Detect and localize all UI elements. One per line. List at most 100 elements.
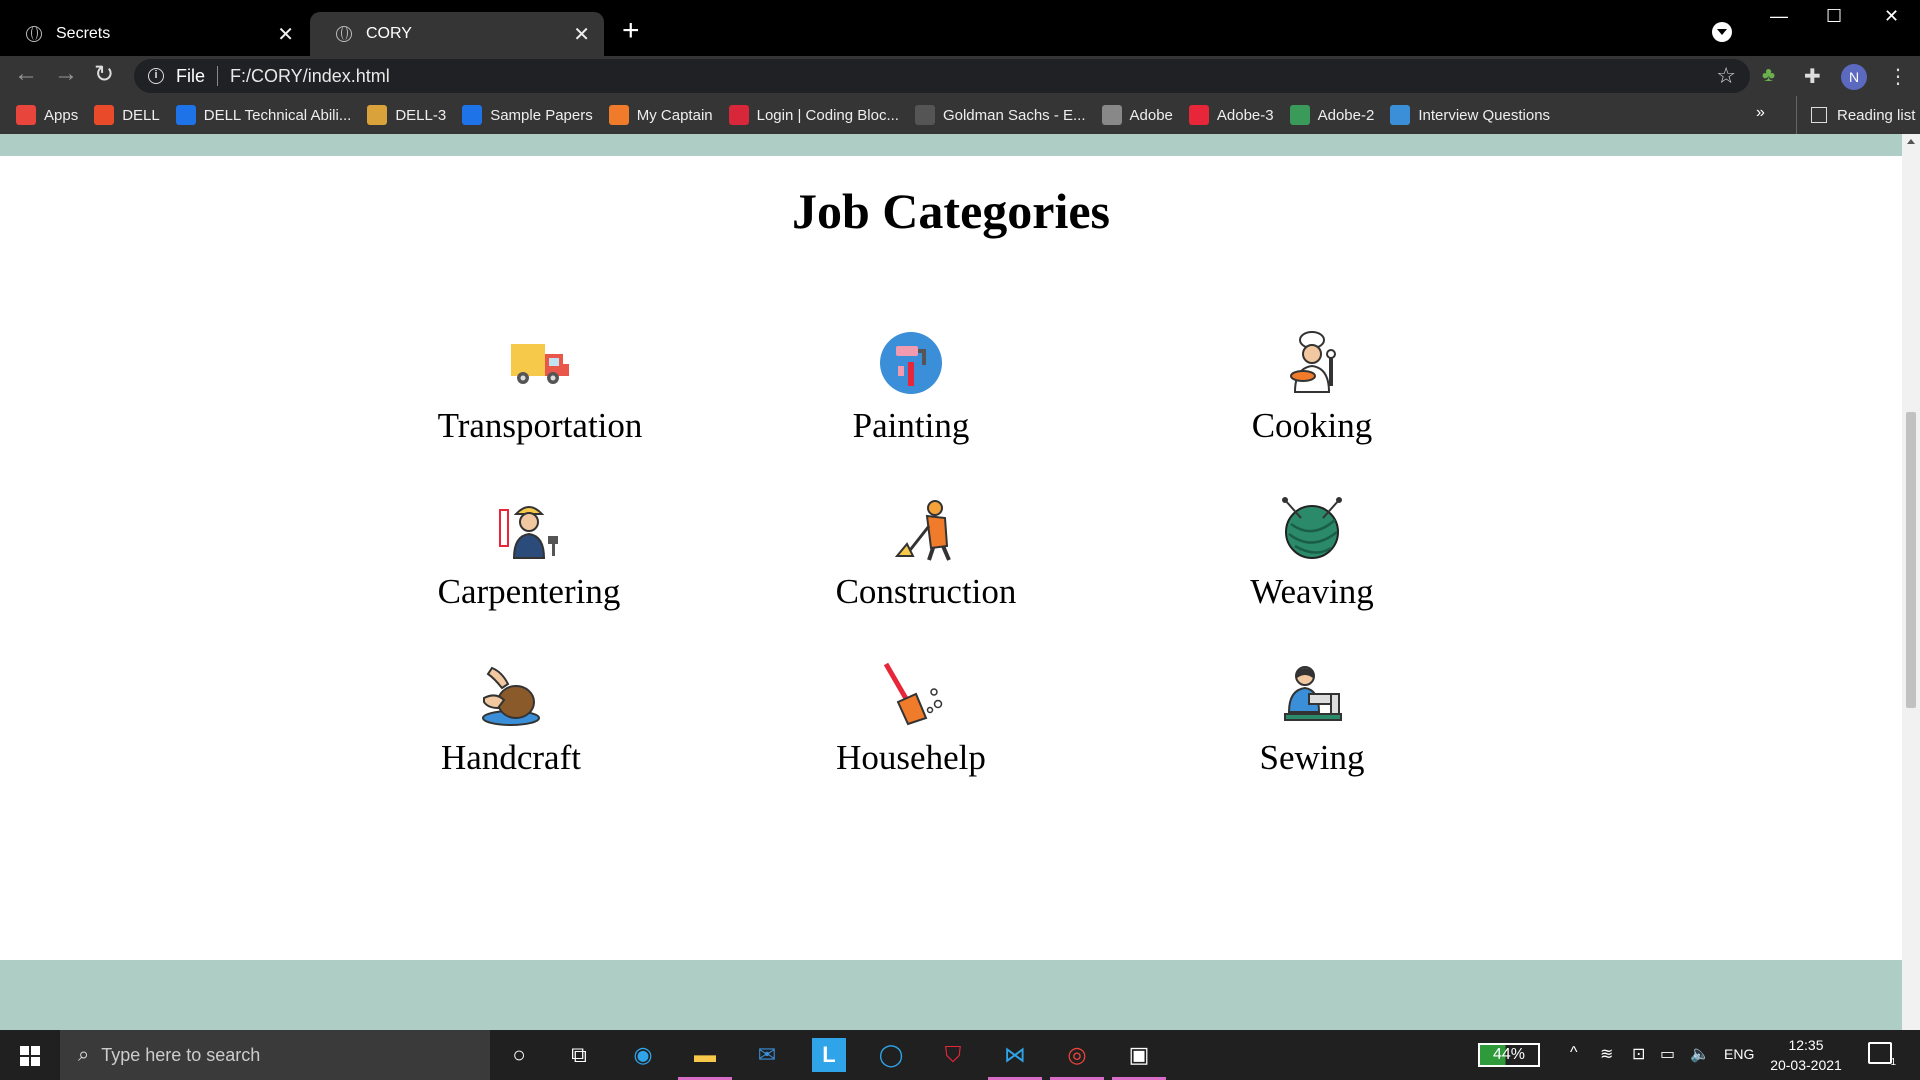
tab-title: CORY [366, 25, 412, 42]
broom-icon [883, 662, 943, 726]
launcher-icon[interactable]: L [812, 1038, 846, 1072]
bookmark-item[interactable]: Adobe-2 [1289, 105, 1375, 125]
task-view-icon[interactable]: ⧉ [562, 1038, 596, 1072]
bookmark-label: Login | Coding Bloc... [756, 106, 899, 124]
tab-search-icon[interactable] [1712, 22, 1732, 42]
tab-secrets[interactable]: Secrets ✕ [0, 12, 308, 56]
tab-cory[interactable]: CORY ✕ [310, 12, 604, 56]
bookmark-label: Adobe-3 [1216, 106, 1274, 124]
bookmark-item[interactable]: Goldman Sachs - E... [914, 105, 1086, 125]
reload-icon[interactable]: ↻ [94, 60, 114, 89]
mail-icon[interactable]: ✉ [750, 1038, 784, 1072]
header-band [0, 134, 1902, 156]
bookmark-label: DELL [122, 106, 160, 124]
scrollbar-thumb[interactable] [1906, 412, 1916, 708]
page-scrollbar[interactable] [1902, 134, 1920, 1030]
bookmark-item[interactable]: Apps [16, 105, 78, 125]
tree-extension-icon[interactable]: ♣ [1762, 64, 1775, 87]
battery-icon[interactable]: ▭ [1660, 1044, 1675, 1064]
notification-center-icon[interactable]: 1 [1868, 1042, 1896, 1068]
cortana-icon[interactable]: ○ [502, 1038, 536, 1072]
battery-indicator[interactable]: 44% [1478, 1043, 1540, 1067]
chevron-up-icon[interactable]: ^ [1570, 1044, 1578, 1062]
scroll-up-icon[interactable] [1907, 139, 1915, 144]
globe-icon [26, 26, 42, 42]
device-icon[interactable]: ⊡ [1632, 1044, 1645, 1064]
bookmarks-bar: Apps DELL DELL Technical Abili... DELL-3 Sam… [0, 96, 1920, 134]
taskbar-search-box[interactable]: ⌕ Type here to search [60, 1030, 490, 1080]
bookmark-item[interactable]: My Captain [608, 105, 713, 125]
bookmark-item[interactable]: DELL [94, 105, 160, 125]
language-indicator[interactable]: ENG [1724, 1046, 1754, 1062]
mcafee-icon[interactable]: ⛉ [936, 1038, 970, 1072]
alexa-icon[interactable]: ◯ [874, 1038, 908, 1072]
bookmark-star-icon[interactable]: ☆ [1716, 63, 1736, 89]
windows-taskbar: ⌕ Type here to search ○ ⧉ ◉ ▬ ✉ L ◯ ⛉ ⋈ … [0, 1030, 1920, 1080]
category-construction[interactable]: Construction [766, 496, 1086, 612]
construction-worker-icon [894, 500, 951, 561]
bookmark-item[interactable]: Adobe-3 [1188, 105, 1274, 125]
category-carpentering[interactable]: Carpentering [369, 496, 689, 612]
bookmark-item[interactable]: Adobe [1101, 105, 1173, 125]
bookmark-item[interactable]: Interview Questions [1390, 105, 1550, 125]
bookmark-item[interactable]: Sample Papers [462, 105, 593, 125]
category-label: Construction [835, 572, 1017, 611]
url-text[interactable]: F:/CORY/index.html [230, 66, 390, 87]
bookmark-item[interactable]: DELL-3 [367, 105, 446, 125]
profile-avatar[interactable]: N [1841, 64, 1867, 90]
category-label: Sewing [1259, 738, 1365, 777]
edge-icon[interactable]: ◉ [626, 1038, 660, 1072]
chrome-icon[interactable]: ◎ [1050, 1038, 1104, 1080]
clock-time: 12:35 [1788, 1037, 1824, 1053]
pottery-icon [482, 666, 540, 726]
bookmark-item[interactable]: Login | Coding Bloc... [728, 105, 899, 125]
reading-list-button[interactable]: Reading list [1796, 96, 1915, 134]
category-sewing[interactable]: Sewing [1152, 662, 1472, 778]
file-explorer-icon[interactable]: ▬ [678, 1038, 732, 1080]
bookmark-label: My Captain [636, 106, 713, 124]
forward-icon[interactable]: → [54, 60, 78, 88]
category-label: Handcraft [441, 738, 581, 777]
category-transportation[interactable]: Transportation [380, 330, 700, 446]
search-icon: ⌕ [78, 1043, 90, 1066]
terminal-icon[interactable]: ▣ [1112, 1038, 1166, 1080]
category-label: Painting [852, 406, 970, 445]
windows-start-icon[interactable] [20, 1046, 40, 1066]
bookmark-item[interactable]: DELL Technical Abili... [175, 105, 351, 125]
vscode-icon[interactable]: ⋈ [988, 1038, 1042, 1080]
browser-toolbar: ← → ↻ i File F:/CORY/index.html ☆ ♣ ✚ N … [0, 56, 1920, 96]
puzzle-extensions-icon[interactable]: ✚ [1804, 64, 1821, 89]
volume-icon[interactable]: 🔈 [1690, 1044, 1710, 1064]
maximize-icon[interactable]: ☐ [1826, 6, 1842, 27]
category-weaving[interactable]: Weaving [1152, 496, 1472, 612]
new-tab-button[interactable]: + [622, 14, 640, 48]
tab-strip: Secrets ✕ CORY ✕ + — ☐ ✕ [0, 0, 1920, 56]
reading-list-label: Reading list [1837, 106, 1916, 124]
link-favicon [1289, 105, 1310, 125]
category-painting[interactable]: Painting [751, 330, 1071, 446]
back-icon[interactable]: ← [14, 60, 38, 88]
mycaptain-favicon [608, 105, 629, 125]
category-househelp[interactable]: Househelp [751, 662, 1071, 778]
url-scheme: File [176, 65, 206, 86]
more-bookmarks-icon[interactable]: » [1756, 104, 1765, 122]
clock[interactable]: 12:35 20-03-2021 [1766, 1035, 1846, 1075]
bookmark-label: Adobe-2 [1317, 106, 1375, 124]
network-icon[interactable]: ≋ [1600, 1044, 1613, 1064]
close-tab-icon[interactable]: ✕ [573, 22, 590, 47]
close-window-icon[interactable]: ✕ [1884, 6, 1899, 27]
info-icon[interactable]: i [148, 68, 164, 84]
close-tab-icon[interactable]: ✕ [277, 22, 294, 47]
sewing-machine-icon [1284, 666, 1342, 721]
category-cooking[interactable]: Cooking [1152, 330, 1472, 446]
category-handcraft[interactable]: Handcraft [351, 662, 671, 778]
menu-kebab-icon[interactable]: ⋮ [1888, 64, 1908, 89]
address-bar[interactable]: i File F:/CORY/index.html ☆ [134, 59, 1750, 93]
paint-roller-icon [880, 332, 942, 394]
codingblocks-favicon [728, 105, 749, 125]
minimize-icon[interactable]: — [1770, 6, 1788, 27]
yarn-ball-icon [1282, 497, 1342, 559]
bookmark-label: Interview Questions [1418, 106, 1551, 124]
chef-icon [1290, 331, 1336, 393]
tab-title: Secrets [56, 25, 111, 42]
